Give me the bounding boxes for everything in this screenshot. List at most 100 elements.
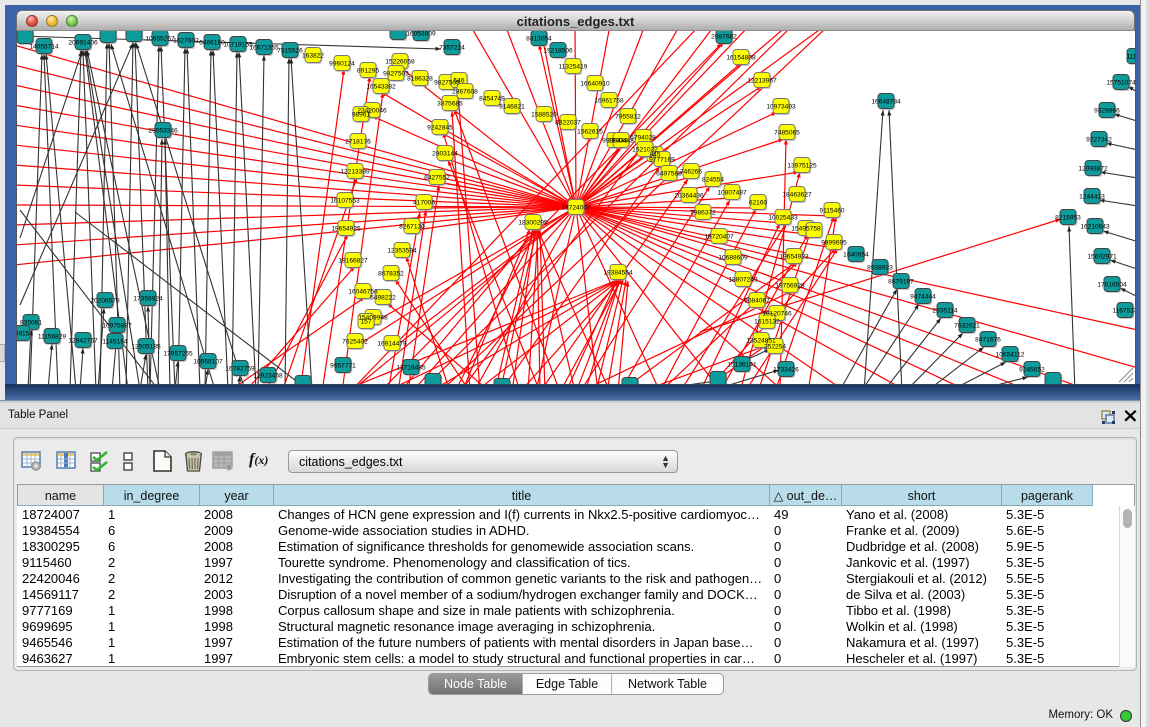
svg-text:12213967: 12213967	[747, 77, 777, 84]
svg-text:14055714: 14055714	[29, 43, 59, 50]
svg-text:1562615: 1562615	[577, 128, 603, 135]
svg-text:12213389: 12213389	[340, 168, 370, 175]
svg-text:9777169: 9777169	[649, 156, 675, 163]
svg-text:11325419: 11325419	[559, 63, 588, 70]
svg-text:16154808: 16154808	[726, 54, 756, 61]
svg-text:7625402: 7625402	[342, 338, 368, 345]
svg-text:8471676: 8471676	[975, 336, 1001, 343]
svg-text:62160: 62160	[749, 199, 768, 206]
svg-text:15720407: 15720407	[704, 233, 734, 240]
svg-text:10807487: 10807487	[717, 189, 747, 196]
svg-text:8215953: 8215953	[1055, 214, 1081, 221]
svg-text:6794028: 6794028	[630, 134, 656, 141]
svg-text:12093872: 12093872	[1078, 165, 1108, 172]
svg-text:16648784: 16648784	[871, 98, 901, 105]
svg-text:3875685: 3875685	[437, 100, 463, 107]
svg-text:19384554: 19384554	[603, 269, 633, 276]
svg-text:1244413: 1244413	[1079, 193, 1105, 200]
svg-text:15495758: 15495758	[791, 225, 821, 232]
svg-text:2718176: 2718176	[345, 138, 371, 145]
svg-text:546: 546	[453, 77, 464, 84]
svg-text:7986372: 7986372	[690, 209, 716, 216]
svg-text:11172: 11172	[1126, 53, 1135, 60]
svg-text:16543382: 16543382	[366, 83, 396, 90]
svg-text:746266: 746266	[680, 168, 702, 175]
svg-text:16671355: 16671355	[249, 44, 279, 51]
svg-text:29053346: 29053346	[148, 127, 178, 134]
svg-text:8938923: 8938923	[867, 264, 893, 271]
svg-text:9827503: 9827503	[383, 70, 409, 77]
svg-text:15136141: 15136141	[727, 361, 757, 368]
svg-text:16107553: 16107553	[330, 197, 360, 204]
svg-text:8186328: 8186328	[407, 75, 433, 82]
svg-text:13716485: 13716485	[396, 364, 426, 371]
svg-text:1588520: 1588520	[531, 111, 557, 118]
svg-text:8267130: 8267130	[399, 223, 425, 230]
svg-text:7955812: 7955812	[615, 113, 641, 120]
svg-text:8322037: 8322037	[555, 119, 581, 126]
svg-text:9657771: 9657771	[330, 362, 356, 369]
svg-text:8427552: 8427552	[424, 174, 450, 181]
svg-text:16053809: 16053809	[406, 31, 436, 37]
svg-text:10025433: 10025433	[768, 214, 798, 221]
svg-text:9146821: 9146821	[499, 103, 525, 110]
svg-text:9115460: 9115460	[819, 207, 845, 214]
svg-text:10958107: 10958107	[193, 358, 223, 365]
svg-text:8679197: 8679197	[888, 278, 914, 285]
svg-text:20691406: 20691406	[68, 39, 98, 46]
svg-text:12942757: 12942757	[68, 337, 98, 344]
svg-text:10654112: 10654112	[996, 351, 1025, 358]
svg-text:2867608: 2867608	[452, 88, 478, 95]
svg-text:19654925: 19654925	[331, 225, 361, 232]
svg-text:17359924: 17359924	[133, 295, 163, 302]
svg-text:9329966: 9329966	[1094, 107, 1120, 114]
svg-text:15692971: 15692971	[1087, 253, 1117, 260]
svg-text:1733426: 1733426	[773, 366, 799, 373]
svg-text:252254: 252254	[764, 343, 786, 350]
svg-text:18724007: 18724007	[561, 204, 591, 211]
svg-text:9474444: 9474444	[910, 293, 936, 300]
svg-text:9960124: 9960124	[329, 60, 355, 67]
svg-text:1640954: 1640954	[843, 251, 869, 258]
svg-text:16640910: 16640910	[580, 80, 610, 87]
svg-text:20206578: 20206578	[90, 297, 120, 304]
svg-text:9245652: 9245652	[1019, 366, 1045, 373]
svg-text:1167533: 1167533	[1112, 307, 1135, 314]
svg-text:6497568: 6497568	[656, 170, 682, 177]
svg-text:15751074: 15751074	[1106, 79, 1135, 86]
svg-text:17957255: 17957255	[163, 350, 193, 357]
svg-text:9899695: 9899695	[821, 239, 847, 246]
svg-text:19218506: 19218506	[543, 47, 573, 54]
svg-text:163822: 163822	[302, 52, 324, 59]
svg-text:18300295: 18300295	[518, 219, 548, 226]
svg-text:11156829: 11156829	[38, 333, 67, 340]
svg-text:10975887: 10975887	[102, 322, 132, 329]
svg-text:2935114: 2935114	[932, 307, 958, 314]
svg-text:16961758: 16961758	[594, 97, 624, 104]
svg-text:15226058: 15226058	[385, 58, 415, 65]
svg-text:839154: 839154	[17, 330, 33, 337]
svg-text:7632621: 7632621	[954, 322, 980, 329]
svg-text:17016504: 17016504	[1097, 281, 1127, 288]
svg-text:1527602: 1527602	[173, 37, 199, 44]
svg-text:7515526: 7515526	[277, 47, 303, 54]
svg-text:16120746: 16120746	[762, 310, 792, 317]
svg-text:9242845: 9242845	[427, 124, 453, 131]
svg-text:891295: 891295	[357, 67, 379, 74]
svg-text:1521022: 1521022	[632, 146, 658, 153]
svg-text:2803144: 2803144	[432, 150, 458, 157]
svg-text:20364436: 20364436	[674, 192, 704, 199]
svg-text:98961: 98961	[352, 111, 371, 118]
svg-text:18807249: 18807249	[728, 276, 758, 283]
svg-text:16210643: 16210643	[1080, 223, 1110, 230]
svg-text:10655267: 10655267	[145, 35, 175, 42]
svg-text:1145194: 1145194	[102, 338, 128, 345]
svg-text:2087682: 2087682	[711, 33, 737, 40]
svg-text:157: 157	[360, 318, 371, 325]
svg-text:417006: 417006	[413, 199, 435, 206]
svg-text:19166827: 19166827	[338, 257, 368, 264]
svg-text:10973493: 10973493	[766, 103, 796, 110]
svg-text:9084067: 9084067	[744, 297, 770, 304]
svg-text:1615132: 1615132	[754, 318, 780, 325]
svg-text:12505185: 12505185	[131, 343, 161, 350]
